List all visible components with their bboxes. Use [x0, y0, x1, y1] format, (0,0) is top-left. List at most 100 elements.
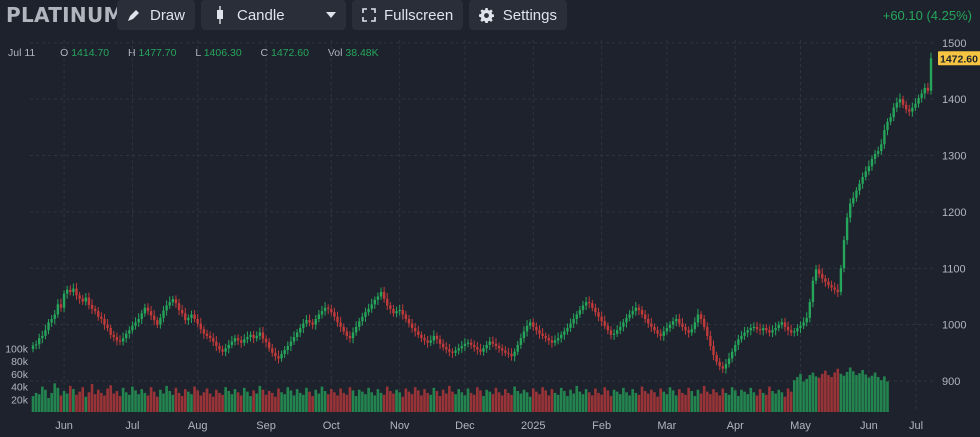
volume-bar — [261, 389, 265, 412]
volume-bar — [699, 393, 703, 412]
volume-bar — [780, 392, 784, 412]
candle-body — [72, 288, 75, 292]
volume-bar — [252, 390, 255, 412]
volume-bar — [348, 387, 352, 412]
candle-body — [240, 340, 243, 343]
volume-bar — [693, 396, 697, 412]
candle-body — [295, 332, 299, 338]
candle-body — [156, 320, 159, 325]
candle-body — [410, 323, 414, 329]
volume-tick-label: 20k — [11, 394, 29, 406]
candle-body — [765, 328, 768, 331]
candle-body — [358, 321, 361, 327]
volume-bar — [413, 387, 417, 412]
volume-bar — [286, 387, 290, 412]
volume-bar — [553, 392, 557, 412]
candle-body — [591, 303, 594, 308]
candle-body — [149, 311, 153, 316]
candle-body — [134, 322, 137, 326]
candle-body — [631, 311, 634, 315]
volume-bar — [87, 392, 91, 412]
candle-body — [538, 330, 541, 334]
candle-body — [441, 343, 445, 348]
candle-body — [908, 109, 911, 112]
candle-body — [345, 331, 349, 336]
x-tick-label: Dec — [455, 420, 475, 432]
candle-body — [31, 345, 35, 349]
candle-body — [258, 332, 262, 336]
candle-body — [855, 190, 858, 198]
volume-bar — [227, 391, 231, 412]
candle-body — [715, 355, 718, 362]
volume-bar — [513, 386, 516, 412]
y-tick-label: 1500 — [942, 38, 966, 50]
volume-bar — [566, 396, 569, 412]
volume-bar — [867, 377, 871, 412]
volume-tick-label: 40k — [11, 382, 29, 394]
volume-bar — [491, 394, 495, 412]
volume-bar — [466, 388, 470, 412]
volume-bar — [827, 375, 830, 412]
volume-bar — [749, 387, 753, 412]
candle-body — [215, 341, 218, 347]
volume-bar — [274, 396, 277, 412]
volume-bar — [668, 387, 672, 412]
volume-bar — [171, 394, 175, 412]
candle-body — [892, 107, 895, 118]
volume-tick-label: 60k — [11, 369, 29, 381]
candle-body — [414, 328, 417, 332]
volume-bar — [615, 391, 619, 412]
candle-body — [849, 203, 852, 218]
volume-bar — [224, 387, 227, 412]
candle-body — [737, 339, 740, 345]
candle-body — [75, 288, 78, 296]
volume-bar — [373, 395, 377, 412]
candle-body — [718, 361, 721, 367]
volume-bar — [864, 374, 868, 412]
volume-bar — [31, 396, 35, 412]
candle-body — [97, 311, 100, 317]
volume-bar — [777, 389, 781, 412]
candle-body — [323, 307, 327, 312]
volume-bar — [93, 394, 97, 412]
candle-body — [833, 287, 836, 290]
candle-body — [817, 269, 821, 274]
candle-body — [330, 308, 333, 313]
volume-bar — [258, 385, 262, 412]
candle-body — [382, 291, 386, 299]
candle-body — [50, 319, 53, 323]
candle-body — [243, 339, 246, 343]
candle-body — [796, 328, 799, 332]
candle-body — [103, 319, 106, 325]
volume-bar — [587, 392, 591, 412]
candle-body — [128, 330, 131, 334]
candle-body — [69, 289, 72, 292]
volume-bar — [109, 385, 112, 412]
candle-body — [112, 334, 115, 338]
volume-tick-label: 100k — [5, 343, 29, 355]
volume-bar — [730, 387, 734, 412]
volume-bar — [503, 389, 507, 412]
candle-body — [463, 343, 467, 347]
price-chart[interactable]: Jun Jul Aug Sep Oct Nov Dec 2025 Feb Mar Apr May Jun… — [0, 0, 980, 437]
volume-bar — [678, 389, 681, 412]
candle-body — [267, 342, 271, 349]
candle-body — [199, 323, 202, 330]
volume-bar — [650, 389, 653, 412]
volume-bar — [75, 394, 78, 412]
candle-body — [47, 322, 50, 331]
volume-bar — [395, 389, 398, 412]
volume-bar — [140, 389, 144, 412]
volume-bar — [56, 387, 60, 412]
y-tick-label: 1400 — [942, 94, 966, 106]
y-tick-label: 1100 — [942, 263, 966, 275]
candle-body — [628, 314, 631, 318]
volume-bar — [497, 392, 501, 412]
volume-bar — [53, 383, 57, 412]
candle-body — [845, 217, 849, 241]
candle-body — [656, 330, 659, 334]
volume-bar — [876, 377, 880, 412]
volume-bar — [550, 389, 554, 412]
volume-bar — [432, 387, 436, 412]
volume-bar — [718, 395, 722, 412]
